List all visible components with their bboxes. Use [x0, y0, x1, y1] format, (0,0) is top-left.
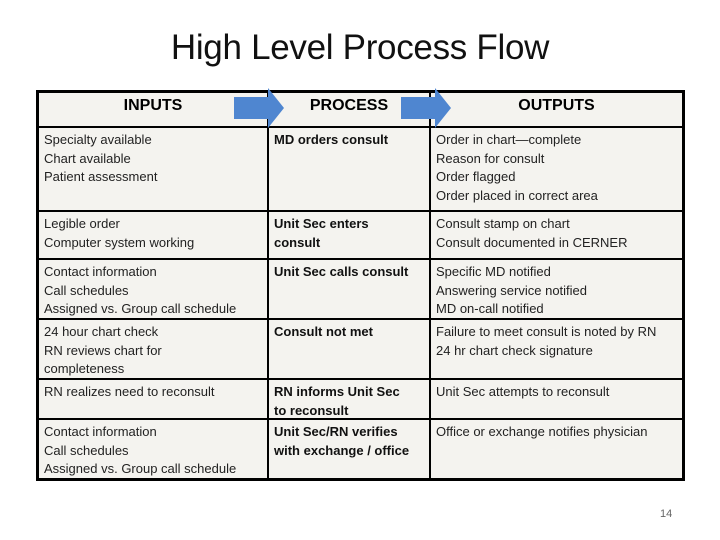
- cell-line: 24 hr chart check signature: [436, 342, 593, 358]
- cell-line: RN realizes need to reconsult: [44, 384, 215, 399]
- cell-line: Assigned vs. Group call schedule: [44, 461, 237, 476]
- cell-line: Order flagged: [436, 169, 516, 184]
- table-row: Contact information Call schedules Assigne…: [39, 418, 682, 478]
- header-outputs: OUTPUTS: [429, 93, 682, 126]
- outputs-cell: Consult stamp on chart Consult documented…: [429, 212, 682, 258]
- outputs-cell: Failure to meet consult is noted by RN 24…: [429, 320, 682, 378]
- cell-line: Specific MD notified: [436, 264, 551, 279]
- table-row: 24 hour chart check RN reviews chart for c…: [39, 318, 682, 378]
- cell-line: MD orders consult: [274, 132, 389, 147]
- cell-line: Answering service notified: [436, 282, 588, 298]
- process-cell: MD orders consult: [267, 128, 429, 210]
- inputs-cell: RN realizes need to reconsult: [39, 380, 267, 418]
- cell-line: Reason for consult: [436, 150, 545, 166]
- process-cell: Unit Sec/RN verifies with exchange / offi…: [267, 420, 429, 478]
- page-number: 14: [660, 508, 673, 520]
- arrow-right-icon: [234, 88, 284, 128]
- cell-line: Legible order: [44, 216, 120, 231]
- cell-line: completeness: [44, 361, 125, 376]
- table-row: Legible order Computer system working Unit…: [39, 210, 682, 258]
- outputs-cell: Office or exchange notifies physician: [429, 420, 682, 478]
- cell-line: Unit Sec/RN verifies: [274, 424, 398, 439]
- table-row: RN realizes need to reconsult RN informs …: [39, 378, 682, 418]
- cell-line: Assigned vs. Group call schedule: [44, 301, 237, 316]
- process-cell: Unit Sec calls consult: [267, 260, 429, 318]
- inputs-cell: Specialty available Chart available Patien…: [39, 128, 267, 210]
- cell-line: Consult not met: [274, 324, 373, 339]
- cell-line: Unit Sec calls consult: [274, 264, 409, 279]
- cell-line: Office or exchange notifies physician: [436, 424, 648, 439]
- cell-line: Patient assessment: [44, 169, 158, 184]
- arrow-inputs-to-process: [234, 88, 284, 128]
- arrow-right-icon: [401, 88, 451, 128]
- cell-line: Call schedules: [44, 282, 129, 298]
- outputs-cell: Unit Sec attempts to reconsult: [429, 380, 682, 418]
- cell-line: 24 hour chart check: [44, 324, 159, 339]
- outputs-cell: Specific MD notified Answering service no…: [429, 260, 682, 318]
- table-header-row: INPUTS PROCESS OUTPUTS: [39, 93, 682, 126]
- header-inputs: INPUTS: [123, 97, 183, 114]
- cell-line: Call schedules: [44, 442, 129, 458]
- slide-title: High Level Process Flow: [170, 28, 550, 67]
- cell-line: RN reviews chart for: [44, 342, 162, 358]
- process-cell: Unit Sec enters consult: [267, 212, 429, 258]
- cell-line: Contact information: [44, 424, 157, 439]
- process-flow-table: INPUTS PROCESS OUTPUTS Specialty availab…: [36, 90, 685, 481]
- cell-line: Failure to meet consult is noted by RN: [436, 324, 657, 339]
- process-cell: RN informs Unit Sec to reconsult: [267, 380, 429, 418]
- arrow-process-to-outputs: [401, 88, 451, 128]
- cell-line: Order in chart—complete: [436, 132, 582, 147]
- cell-line: Specialty available: [44, 132, 152, 147]
- cell-line: Consult documented in CERNER: [436, 234, 628, 250]
- cell-line: with exchange / office: [274, 442, 410, 458]
- process-cell: Consult not met: [267, 320, 429, 378]
- inputs-cell: 24 hour chart check RN reviews chart for c…: [39, 320, 267, 378]
- inputs-cell: Legible order Computer system working: [39, 212, 267, 258]
- inputs-cell: Contact information Call schedules Assigne…: [39, 260, 267, 318]
- cell-line: Order placed in correct area: [436, 187, 598, 203]
- cell-line: Contact information: [44, 264, 157, 279]
- cell-line: MD on-call notified: [436, 301, 544, 316]
- inputs-cell: Contact information Call schedules Assigne…: [39, 420, 267, 478]
- cell-line: Chart available: [44, 150, 131, 166]
- table-row: Specialty available Chart available Patien…: [39, 126, 682, 210]
- cell-line: Unit Sec enters: [274, 216, 369, 231]
- cell-line: RN informs Unit Sec: [274, 384, 400, 399]
- cell-line: consult: [274, 234, 321, 250]
- outputs-cell: Order in chart—complete Reason for consul…: [429, 128, 682, 210]
- cell-line: Consult stamp on chart: [436, 216, 570, 231]
- cell-line: Unit Sec attempts to reconsult: [436, 384, 610, 399]
- cell-line: Computer system working: [44, 234, 195, 250]
- table-row: Contact information Call schedules Assigne…: [39, 258, 682, 318]
